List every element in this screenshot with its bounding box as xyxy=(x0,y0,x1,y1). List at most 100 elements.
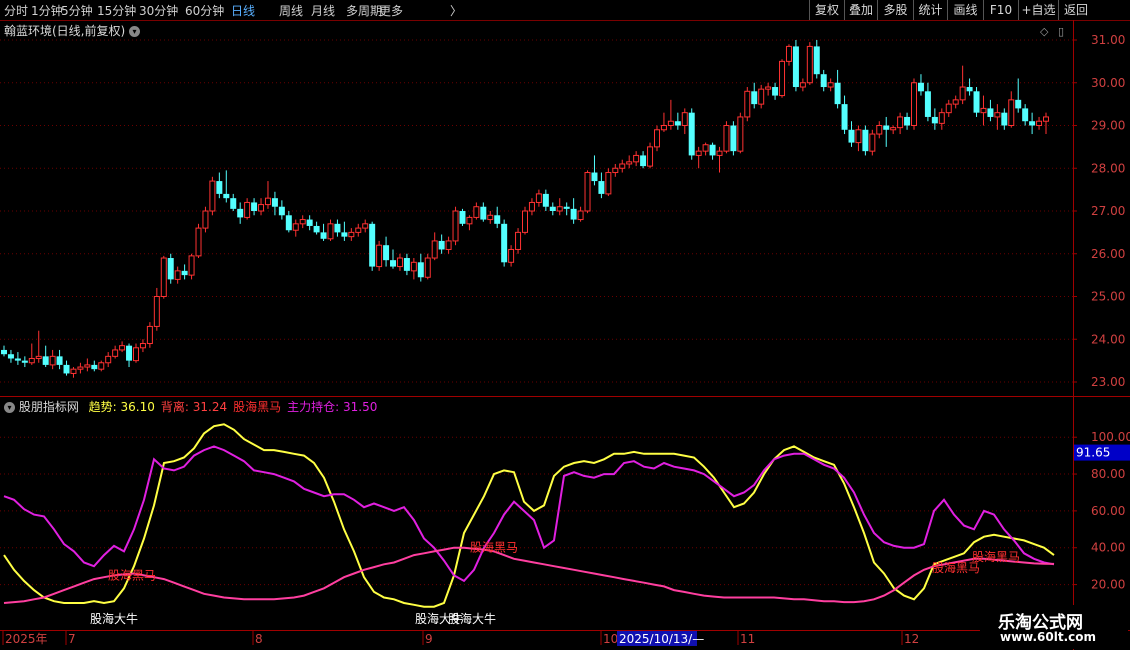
title-dropdown-icon[interactable]: ▾ xyxy=(129,26,141,37)
candle-body xyxy=(14,358,21,361)
candle-body xyxy=(126,345,133,361)
period-tab-0[interactable]: 分时 xyxy=(4,2,28,19)
price-tick-label-8: 31.00 xyxy=(1091,33,1125,47)
ind-marker-label: 91.65 xyxy=(1076,446,1110,460)
ind-marker-box xyxy=(1074,444,1130,461)
x-label-6: 12 xyxy=(904,632,919,646)
candle-body xyxy=(848,129,855,143)
candle-body xyxy=(278,206,285,216)
toolbar-button-3[interactable]: 统计 xyxy=(913,0,947,20)
period-tab-4[interactable]: 30分钟 xyxy=(139,2,178,19)
price-tick-label-5: 28.00 xyxy=(1091,161,1125,175)
ind-tick-label-1: 40.00 xyxy=(1091,541,1125,555)
period-tab-9[interactable]: 多周期 xyxy=(346,2,382,19)
candle-body xyxy=(501,223,508,263)
candle-body xyxy=(709,144,716,156)
ind-annotation-5: 股海黑马 xyxy=(932,560,980,575)
candle-body xyxy=(737,116,744,152)
candle-body xyxy=(63,364,70,374)
candle-body xyxy=(876,125,883,135)
period-tab-5[interactable]: 60分钟 xyxy=(185,2,224,19)
toolbar-button-6[interactable]: +自选 xyxy=(1018,0,1058,20)
price-chart-svg: 23.00 24.00 25.00 26.00 27.00 28.00 29.00 30.00… xyxy=(0,20,1130,650)
candle-body xyxy=(674,121,681,126)
candle-body xyxy=(647,146,654,167)
price-tick-label-0: 23.00 xyxy=(1091,375,1125,389)
candle-body xyxy=(716,150,723,156)
candle-body xyxy=(535,193,542,203)
candle-body xyxy=(7,354,14,359)
candle-body xyxy=(376,244,383,268)
toolbar: 分时 1分钟 5分钟 15分钟 30分钟 60分钟 日线 周线 月线 多周期 更多 〉 复权 叠加 多股 统计… xyxy=(0,0,1130,21)
candle-body xyxy=(299,219,306,225)
candle-body xyxy=(605,172,612,195)
candle-body xyxy=(320,232,327,239)
candle-body xyxy=(258,204,265,212)
candle-body xyxy=(105,355,112,364)
candle-body xyxy=(813,46,820,75)
candle-body xyxy=(973,91,980,113)
candle-body xyxy=(306,219,313,226)
candle-body xyxy=(667,120,674,126)
indicator-legend-3: 主力持仓: 31.50 xyxy=(287,400,378,414)
price-tick-label-3: 26.00 xyxy=(1091,247,1125,261)
candle-body xyxy=(945,103,952,114)
candle-body xyxy=(619,163,626,169)
stock-title: 翰蓝环境(日线,前复权) xyxy=(4,24,126,38)
period-tab-1[interactable]: 1分钟 xyxy=(31,2,63,19)
candle-body xyxy=(112,349,119,357)
candle-body xyxy=(285,215,292,231)
candle-body xyxy=(466,216,473,225)
period-tab-2[interactable]: 5分钟 xyxy=(61,2,93,19)
period-tab-10[interactable]: 更多 xyxy=(379,2,403,19)
candle-body xyxy=(119,345,126,351)
ind-annotation-2: 股海大牛 xyxy=(415,611,463,626)
candle-body xyxy=(292,223,299,231)
candle-body xyxy=(230,198,237,209)
period-tab-8[interactable]: 月线 xyxy=(311,2,335,19)
price-tick-label-1: 24.00 xyxy=(1091,332,1125,346)
candle-body xyxy=(542,193,549,207)
candle-body xyxy=(987,108,994,117)
candle-body xyxy=(1029,121,1036,126)
candle-body xyxy=(883,125,890,130)
price-tick-label-2: 25.00 xyxy=(1091,290,1125,304)
candle-body xyxy=(348,231,355,238)
candle-body xyxy=(785,45,792,62)
ind-annotation-6: 股海黑马 xyxy=(972,549,1020,564)
more-arrow-icon[interactable]: 〉 xyxy=(450,2,462,19)
ind-series-0 xyxy=(3,423,1055,608)
candle-body xyxy=(695,150,702,156)
candle-body xyxy=(660,125,667,131)
indicator-dropdown-icon[interactable]: ▾ xyxy=(4,402,15,413)
indicator-name: 股朋指标网 xyxy=(18,400,79,414)
candle-body xyxy=(653,129,660,148)
toolbar-button-4[interactable]: 画线 xyxy=(947,0,983,20)
candle-body xyxy=(410,261,417,272)
candle-body xyxy=(264,197,271,206)
x-label-2: 8 xyxy=(255,632,263,646)
toolbar-button-7[interactable]: 返回 xyxy=(1058,0,1093,20)
candle-body xyxy=(1,349,7,355)
candle-body xyxy=(827,82,834,88)
candle-body xyxy=(244,201,251,218)
indicator-legend-1: 背离: 31.24 xyxy=(160,400,228,414)
candle-body xyxy=(313,225,320,233)
candle-body xyxy=(980,107,987,114)
candle-body xyxy=(1022,108,1029,122)
panel-menu-icon: ▯ xyxy=(1058,25,1064,38)
candle-body xyxy=(640,155,647,167)
candle-body xyxy=(806,45,813,84)
candle-body xyxy=(702,144,709,152)
period-tab-3[interactable]: 15分钟 xyxy=(97,2,136,19)
ind-annotation-3: 股海大牛 xyxy=(448,611,496,626)
price-tick-label-4: 27.00 xyxy=(1091,204,1125,218)
toolbar-button-2[interactable]: 多股 xyxy=(877,0,913,20)
candle-body xyxy=(77,366,84,370)
toolbar-button-5[interactable]: F10 xyxy=(983,0,1018,20)
candle-body xyxy=(438,240,445,250)
period-tab-7[interactable]: 周线 xyxy=(279,2,303,19)
toolbar-button-1[interactable]: 叠加 xyxy=(844,0,877,20)
toolbar-button-0[interactable]: 复权 xyxy=(809,0,844,20)
period-tab-6[interactable]: 日线 xyxy=(231,2,255,19)
